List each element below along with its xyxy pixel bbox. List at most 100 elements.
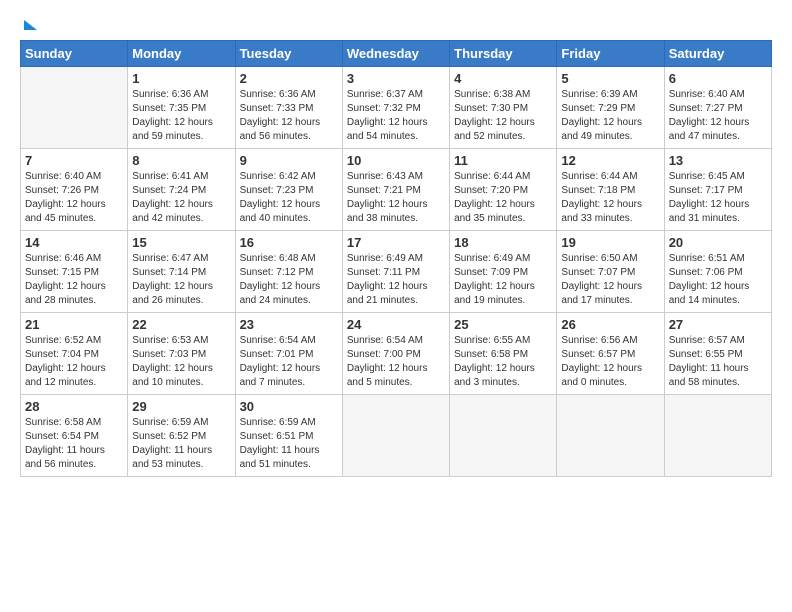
day-number: 15 [132,235,230,250]
day-info: Sunrise: 6:47 AM Sunset: 7:14 PM Dayligh… [132,252,230,308]
calendar-table: Sunday Monday Tuesday Wednesday Thursday… [20,40,772,477]
col-sunday: Sunday [21,41,128,67]
day-info: Sunrise: 6:46 AM Sunset: 7:15 PM Dayligh… [25,252,123,308]
table-row: 20 Sunrise: 6:51 AM Sunset: 7:06 PM Dayli… [664,231,771,313]
logo [20,18,37,30]
week-row: 28Sunrise: 6:58 AM Sunset: 6:54 PM Dayli… [21,395,772,477]
day-info: Sunrise: 6:50 AM Sunset: 7:07 PM Dayligh… [561,252,659,308]
day-info: Sunrise: 6:36 AM Sunset: 7:33 PM Dayligh… [240,88,338,144]
table-row: 27 Sunrise: 6:57 AM Sunset: 6:55 PM Dayli… [664,313,771,395]
day-number: 26 [561,317,659,332]
table-row: 22 Sunrise: 6:53 AM Sunset: 7:03 PM Dayli… [128,313,235,395]
day-number: 27 [669,317,767,332]
day-number: 18 [454,235,552,250]
day-number: 29 [132,399,230,414]
day-number: 19 [561,235,659,250]
day-number: 22 [132,317,230,332]
day-number: 7 [25,153,123,168]
table-row: 15 Sunrise: 6:47 AM Sunset: 7:14 PM Dayli… [128,231,235,313]
table-row: 14 Sunrise: 6:46 AM Sunset: 7:15 PM Dayli… [21,231,128,313]
table-row: 12 Sunrise: 6:44 AM Sunset: 7:18 PM Dayli… [557,149,664,231]
week-row: 1 Sunrise: 6:36 AM Sunset: 7:35 PM Daylig… [21,67,772,149]
week-row: 14 Sunrise: 6:46 AM Sunset: 7:15 PM Dayli… [21,231,772,313]
col-tuesday: Tuesday [235,41,342,67]
table-row: 26 Sunrise: 6:56 AM Sunset: 6:57 PM Dayli… [557,313,664,395]
day-info: Sunrise: 6:45 AM Sunset: 7:17 PM Dayligh… [669,170,767,226]
table-row: 2 Sunrise: 6:36 AM Sunset: 7:33 PM Daylig… [235,67,342,149]
day-number: 24 [347,317,445,332]
week-row: 7Sunrise: 6:40 AM Sunset: 7:26 PM Daylig… [21,149,772,231]
day-number: 30 [240,399,338,414]
day-info: Sunrise: 6:56 AM Sunset: 6:57 PM Dayligh… [561,334,659,390]
day-number: 5 [561,71,659,86]
calendar-header: Sunday Monday Tuesday Wednesday Thursday… [21,41,772,67]
table-row: 13 Sunrise: 6:45 AM Sunset: 7:17 PM Dayli… [664,149,771,231]
logo-arrow-icon [24,20,37,30]
day-number: 11 [454,153,552,168]
table-row [450,395,557,477]
day-number: 4 [454,71,552,86]
day-info: Sunrise: 6:54 AM Sunset: 7:00 PM Dayligh… [347,334,445,390]
table-row: 29 Sunrise: 6:59 AM Sunset: 6:52 PM Dayli… [128,395,235,477]
day-number: 6 [669,71,767,86]
day-number: 8 [132,153,230,168]
day-info: Sunrise: 6:54 AM Sunset: 7:01 PM Dayligh… [240,334,338,390]
day-info: Sunrise: 6:49 AM Sunset: 7:11 PM Dayligh… [347,252,445,308]
table-row: 6 Sunrise: 6:40 AM Sunset: 7:27 PM Daylig… [664,67,771,149]
table-row [664,395,771,477]
day-info: Sunrise: 6:37 AM Sunset: 7:32 PM Dayligh… [347,88,445,144]
table-row: 1 Sunrise: 6:36 AM Sunset: 7:35 PM Daylig… [128,67,235,149]
table-row: 18 Sunrise: 6:49 AM Sunset: 7:09 PM Dayli… [450,231,557,313]
day-number: 16 [240,235,338,250]
day-number: 1 [132,71,230,86]
table-row: 8Sunrise: 6:41 AM Sunset: 7:24 PM Daylig… [128,149,235,231]
week-row: 21Sunrise: 6:52 AM Sunset: 7:04 PM Dayli… [21,313,772,395]
day-info: Sunrise: 6:55 AM Sunset: 6:58 PM Dayligh… [454,334,552,390]
day-info: Sunrise: 6:53 AM Sunset: 7:03 PM Dayligh… [132,334,230,390]
day-info: Sunrise: 6:44 AM Sunset: 7:18 PM Dayligh… [561,170,659,226]
table-row [21,67,128,149]
col-monday: Monday [128,41,235,67]
table-row: 30 Sunrise: 6:59 AM Sunset: 6:51 PM Dayli… [235,395,342,477]
day-number: 2 [240,71,338,86]
header-row: Sunday Monday Tuesday Wednesday Thursday… [21,41,772,67]
table-row: 4 Sunrise: 6:38 AM Sunset: 7:30 PM Daylig… [450,67,557,149]
table-row [557,395,664,477]
table-row: 24 Sunrise: 6:54 AM Sunset: 7:00 PM Dayli… [342,313,449,395]
table-row: 10 Sunrise: 6:43 AM Sunset: 7:21 PM Dayli… [342,149,449,231]
day-number: 25 [454,317,552,332]
day-info: Sunrise: 6:42 AM Sunset: 7:23 PM Dayligh… [240,170,338,226]
day-info: Sunrise: 6:40 AM Sunset: 7:27 PM Dayligh… [669,88,767,144]
day-number: 12 [561,153,659,168]
day-number: 17 [347,235,445,250]
table-row [342,395,449,477]
col-saturday: Saturday [664,41,771,67]
day-info: Sunrise: 6:38 AM Sunset: 7:30 PM Dayligh… [454,88,552,144]
day-info: Sunrise: 6:59 AM Sunset: 6:51 PM Dayligh… [240,416,338,472]
col-thursday: Thursday [450,41,557,67]
page: Sunday Monday Tuesday Wednesday Thursday… [0,0,792,612]
day-info: Sunrise: 6:39 AM Sunset: 7:29 PM Dayligh… [561,88,659,144]
day-number: 10 [347,153,445,168]
table-row: 23 Sunrise: 6:54 AM Sunset: 7:01 PM Dayli… [235,313,342,395]
day-info: Sunrise: 6:48 AM Sunset: 7:12 PM Dayligh… [240,252,338,308]
day-info: Sunrise: 6:51 AM Sunset: 7:06 PM Dayligh… [669,252,767,308]
table-row: 19 Sunrise: 6:50 AM Sunset: 7:07 PM Dayli… [557,231,664,313]
day-number: 23 [240,317,338,332]
day-number: 9 [240,153,338,168]
day-info: Sunrise: 6:43 AM Sunset: 7:21 PM Dayligh… [347,170,445,226]
calendar-body: 1 Sunrise: 6:36 AM Sunset: 7:35 PM Daylig… [21,67,772,477]
day-info: Sunrise: 6:36 AM Sunset: 7:35 PM Dayligh… [132,88,230,144]
col-wednesday: Wednesday [342,41,449,67]
day-number: 13 [669,153,767,168]
table-row: 3Sunrise: 6:37 AM Sunset: 7:32 PM Daylig… [342,67,449,149]
day-info: Sunrise: 6:59 AM Sunset: 6:52 PM Dayligh… [132,416,230,472]
day-number: 20 [669,235,767,250]
col-friday: Friday [557,41,664,67]
table-row: 16 Sunrise: 6:48 AM Sunset: 7:12 PM Dayli… [235,231,342,313]
day-number: 21 [25,317,123,332]
day-number: 14 [25,235,123,250]
day-number: 28 [25,399,123,414]
day-info: Sunrise: 6:49 AM Sunset: 7:09 PM Dayligh… [454,252,552,308]
day-info: Sunrise: 6:57 AM Sunset: 6:55 PM Dayligh… [669,334,767,390]
